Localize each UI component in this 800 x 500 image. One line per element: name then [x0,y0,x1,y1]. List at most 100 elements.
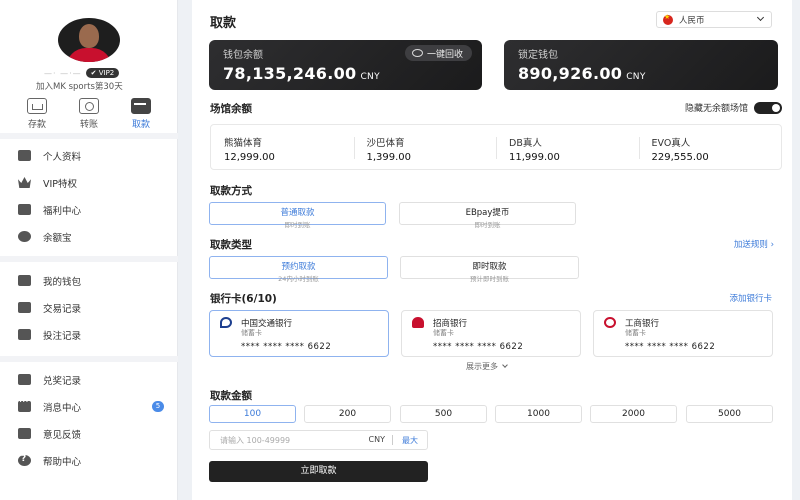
treasure-icon [18,231,31,242]
option-title: EBpay提币 [465,208,510,218]
amount-input[interactable] [210,431,360,449]
menu-item-transactions[interactable]: 交易记录 [0,294,178,321]
wallet-balance-amount: 78,135,246.00 CNY [223,64,380,83]
bank-cards-title: 银行卡(6/10) [210,293,277,305]
currency-select[interactable]: 人民币 [656,11,772,28]
amount-preset-5000[interactable]: 5000 [686,405,773,423]
locked-wallet-label: 锁定钱包 [518,50,558,61]
locked-wallet-card: 锁定钱包 890,926.00 CNY [504,40,778,90]
avatar[interactable] [58,18,120,62]
one-click-recycle-button[interactable]: 一键回收 [404,45,472,61]
message-count-badge: 5 [152,401,164,412]
quick-tab-label: 存款 [27,120,46,130]
quick-tab-label: 取款 [131,120,150,130]
option-title: 普通取款 [280,208,315,218]
option-title: 即时取款 [472,262,507,272]
venue-name: DB真人 [509,138,542,149]
type-option-instant[interactable]: 即时取款 预计即时到账 [400,256,579,283]
card-type: 储蓄卡 [433,329,454,337]
menu-item-label: 福利中心 [43,205,82,217]
add-bank-card-link[interactable]: 添加银行卡 [729,292,772,304]
bank-card-icbc[interactable]: 工商银行 储蓄卡 **** **** **** 6622 [593,310,773,357]
menu-item-profile[interactable]: 个人资料 [0,142,178,169]
hide-empty-venues-toggle[interactable] [754,101,782,114]
menu-item-redeem[interactable]: 兑奖记录 [0,366,178,393]
option-subtitle: 即时到账 [284,221,311,229]
deposit-icon [27,98,47,114]
menu-group-support: 兑奖记录 消息中心 5 意见反馈 帮助中心 [0,366,178,474]
bet-record-icon [18,329,31,340]
withdraw-icon [131,98,151,114]
amount-preset-200[interactable]: 200 [304,405,391,423]
bank-card-cmb[interactable]: 招商银行 储蓄卡 **** **** **** 6622 [401,310,581,357]
menu-item-wallet[interactable]: 我的钱包 [0,267,178,294]
menu-item-yuebao[interactable]: 余额宝 [0,223,178,250]
menu-item-label: 兑奖记录 [43,375,82,387]
menu-item-feedback[interactable]: 意见反馈 [0,420,178,447]
cmb-logo-icon [412,317,424,328]
show-more-button[interactable]: 展示更多 [466,361,508,372]
chevron-down-icon [756,13,765,22]
hide-empty-venues-label: 隐藏无余额场馆 [684,104,748,114]
max-amount-button[interactable]: 最大 [402,435,418,446]
menu-item-label: 余额宝 [43,232,72,244]
venue-amount: 229,555.00 [651,152,709,163]
option-title: 预约取款 [281,262,316,272]
menu-item-label: 我的钱包 [43,276,82,288]
withdraw-type-title: 取款类型 [210,239,252,251]
menu-item-label: 消息中心 [43,402,82,414]
feedback-icon [18,428,31,439]
menu-item-label: VIP特权 [43,178,78,190]
option-subtitle: 即时到账 [474,221,501,229]
locked-wallet-unit: CNY [626,72,646,82]
card-type: 储蓄卡 [625,329,646,337]
chat-icon [18,397,31,412]
method-option-normal[interactable]: 普通取款 即时到账 [209,202,386,229]
sidebar-divider [0,356,178,362]
withdraw-submit-button[interactable]: 立即取款 [209,461,428,482]
hide-empty-venues-row: 隐藏无余额场馆 [685,101,782,114]
method-option-ebpay[interactable]: EBpay提币 即时到账 [399,202,576,229]
menu-item-label: 帮助中心 [43,456,82,468]
menu-group-account: 个人资料 VIP特权 福利中心 余额宝 [0,142,178,250]
amount-preset-100[interactable]: 100 [209,405,296,423]
sidebar-divider [0,256,178,262]
withdraw-method-title: 取款方式 [210,185,252,197]
wallet-icon [18,275,31,286]
option-subtitle: 预计即时到账 [470,275,509,283]
menu-item-help[interactable]: 帮助中心 [0,447,178,474]
menu-group-records: 我的钱包 交易记录 投注记录 [0,267,178,348]
bonus-rules-link[interactable]: 加送规则 › [734,238,774,250]
venue-amount: 1,399.00 [366,152,412,163]
sidebar-divider [0,133,178,139]
bonus-rules-label: 加送规则 [733,240,768,250]
locked-wallet-amount: 890,926.00 CNY [518,64,646,83]
venue-item: 沙巴体育 1,399.00 [353,125,497,169]
transaction-icon [18,302,31,313]
bank-card-bocom[interactable]: 中国交通银行 储蓄卡 **** **** **** 6622 [209,310,389,357]
amount-preset-1000[interactable]: 1000 [495,405,582,423]
withdraw-panel: 取款 人民币 钱包余额 78,135,246.00CNY 一键回收 锁定钱包 8… [192,0,792,500]
quick-tabs: 存款 转账 取款 [16,98,162,130]
amount-preset-500[interactable]: 500 [400,405,487,423]
locked-wallet-value: 890,926.00 [518,64,623,83]
wallet-balance-card: 钱包余额 78,135,246.00 CNY 一键回收 [209,40,482,90]
venue-balance-list: 熊猫体育 12,999.00 沙巴体育 1,399.00 DB真人 11,999… [210,124,782,170]
menu-item-messages[interactable]: 消息中心 5 [0,393,178,420]
venue-item: DB真人 11,999.00 [496,125,639,169]
type-option-scheduled[interactable]: 预约取款 24内小时到账 [209,256,388,283]
avatar-head [79,24,99,48]
input-divider [392,435,393,445]
bocom-logo-icon [220,317,232,328]
quick-tab-withdraw[interactable]: 取款 [120,98,162,130]
menu-item-welfare[interactable]: 福利中心 [0,196,178,223]
withdraw-amount-title: 取款金额 [210,390,252,402]
redeem-icon [18,374,31,385]
menu-item-bet-records[interactable]: 投注记录 [0,321,178,348]
menu-item-vip[interactable]: VIP特权 [0,169,178,196]
card-number: **** **** **** 6622 [433,342,524,352]
quick-tab-transfer[interactable]: 转账 [68,98,110,130]
amount-preset-2000[interactable]: 2000 [590,405,677,423]
quick-tab-deposit[interactable]: 存款 [16,98,58,130]
avatar-shirt [66,48,112,62]
